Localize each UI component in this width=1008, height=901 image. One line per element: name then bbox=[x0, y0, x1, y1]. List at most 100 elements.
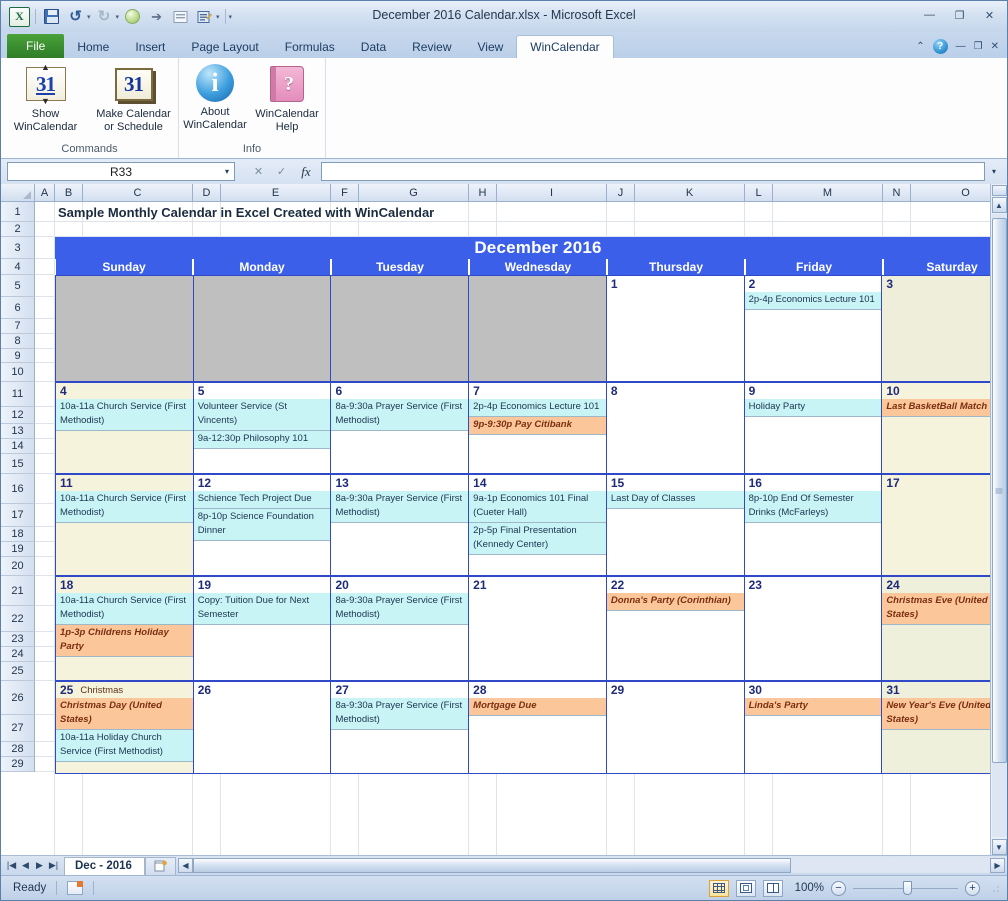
row-header-8[interactable]: 8 bbox=[1, 334, 35, 349]
calendar-day-1[interactable]: 1 bbox=[606, 276, 745, 381]
help-icon[interactable]: ? bbox=[932, 39, 948, 54]
calendar-day-18[interactable]: 18 10a-11a Church Service (First Methodis… bbox=[56, 577, 194, 680]
insert-function-icon[interactable]: fx bbox=[293, 162, 319, 181]
tab-insert[interactable]: Insert bbox=[122, 35, 178, 58]
page-layout-view-button[interactable] bbox=[736, 879, 756, 897]
calendar-day-empty[interactable] bbox=[331, 276, 470, 381]
calendar-day-16[interactable]: 16 8p-10p End Of Semester Drinks (McFarle… bbox=[744, 475, 883, 575]
calendar-event[interactable]: 9a-1p Economics 101 Final (Cueter Hall) bbox=[469, 491, 606, 523]
sheet-tab-dec-2016[interactable]: Dec - 2016 bbox=[64, 856, 145, 875]
column-header-N[interactable]: N bbox=[883, 184, 911, 202]
column-header-D[interactable]: D bbox=[193, 184, 221, 202]
row-header-22[interactable]: 22 bbox=[1, 606, 35, 632]
zoom-out-button[interactable]: − bbox=[831, 880, 846, 896]
name-box-dropdown-icon[interactable]: ▾ bbox=[225, 167, 229, 176]
calendar-day-19[interactable]: 19 Copy: Tuition Due for Next Semester bbox=[193, 577, 332, 680]
row-header-3[interactable]: 3 bbox=[1, 237, 35, 259]
calendar-event[interactable]: Volunteer Service (St Vincents) bbox=[193, 399, 331, 431]
row-header-26[interactable]: 26 bbox=[1, 681, 35, 715]
vscroll-track[interactable] bbox=[991, 214, 1007, 837]
normal-view-button[interactable] bbox=[709, 879, 729, 897]
calendar-day-14[interactable]: 14 9a-1p Economics 101 Final (Cueter Hall… bbox=[469, 475, 607, 575]
row-header-21[interactable]: 21 bbox=[1, 576, 35, 606]
calendar-day-empty[interactable] bbox=[469, 276, 607, 381]
scroll-right-icon[interactable]: ▶ bbox=[990, 858, 1005, 873]
calendar-day-26[interactable]: 26 bbox=[193, 682, 332, 773]
tab-data[interactable]: Data bbox=[348, 35, 399, 58]
column-header-H[interactable]: H bbox=[469, 184, 497, 202]
row-header-2[interactable]: 2 bbox=[1, 222, 35, 237]
row-header-5[interactable]: 5 bbox=[1, 275, 35, 297]
prev-sheet-icon[interactable]: ◀ bbox=[19, 860, 32, 871]
calendar-event[interactable]: Christmas Eve (United States) bbox=[882, 593, 990, 625]
calendar-event[interactable]: 8a-9:30a Prayer Service (First Methodist… bbox=[331, 698, 469, 730]
last-sheet-icon[interactable]: ▶| bbox=[47, 860, 60, 871]
calendar-event[interactable]: 8p-10p End Of Semester Drinks (McFarleys… bbox=[744, 491, 882, 523]
row-header-12[interactable]: 12 bbox=[1, 407, 35, 424]
calendar-day-3[interactable]: 3 bbox=[882, 276, 990, 381]
minimize-button[interactable]: — bbox=[919, 7, 940, 23]
split-box[interactable] bbox=[991, 185, 1007, 196]
row-header-1[interactable]: 1 bbox=[1, 202, 35, 222]
workbook-minimize-icon[interactable]: — bbox=[956, 41, 966, 52]
row-header-13[interactable]: 13 bbox=[1, 424, 35, 439]
calendar-day-25[interactable]: 25 Christmas Christmas Day (United States)… bbox=[56, 682, 194, 773]
vertical-scrollbar[interactable]: ▲ ▼ bbox=[990, 184, 1007, 855]
calendar-event[interactable]: Donna's Party (Corinthian) bbox=[606, 593, 744, 611]
column-header-A[interactable]: A bbox=[35, 184, 55, 202]
zoom-slider[interactable] bbox=[853, 881, 958, 896]
row-header-6[interactable]: 6 bbox=[1, 297, 35, 319]
workbook-restore-icon[interactable]: ❐ bbox=[974, 41, 983, 52]
workbook-close-icon[interactable]: ✕ bbox=[991, 41, 999, 52]
horizontal-scrollbar[interactable]: ◀ ▶ bbox=[177, 858, 1005, 873]
first-sheet-icon[interactable]: |◀ bbox=[5, 860, 18, 871]
row-header-10[interactable]: 10 bbox=[1, 363, 35, 382]
row-header-25[interactable]: 25 bbox=[1, 662, 35, 681]
calendar-day-13[interactable]: 13 8a-9:30a Prayer Service (First Methodi… bbox=[331, 475, 470, 575]
row-header-7[interactable]: 7 bbox=[1, 319, 35, 334]
row-header-15[interactable]: 15 bbox=[1, 454, 35, 474]
calendar-event[interactable]: 2p-5p Final Presentation (Kennedy Center… bbox=[469, 523, 606, 555]
calendar-day-12[interactable]: 12 Schience Tech Project Due 8p-10p Scienc… bbox=[193, 475, 332, 575]
calendar-event[interactable]: 10a-11a Church Service (First Methodist) bbox=[56, 399, 193, 431]
record-macro-icon[interactable] bbox=[67, 881, 84, 895]
calendar-day-11[interactable]: 11 10a-11a Church Service (First Methodis… bbox=[56, 475, 194, 575]
calendar-day-empty[interactable] bbox=[56, 276, 194, 381]
formula-input[interactable] bbox=[321, 162, 985, 181]
calendar-day-6[interactable]: 6 8a-9:30a Prayer Service (First Methodis… bbox=[331, 383, 470, 473]
restore-button[interactable]: ❐ bbox=[949, 7, 970, 23]
calendar-event[interactable]: New Year's Eve (United States) bbox=[882, 698, 990, 730]
calendar-day-31[interactable]: 31 New Year's Eve (United States) bbox=[882, 682, 990, 773]
row-header-28[interactable]: 28 bbox=[1, 742, 35, 757]
calendar-event[interactable]: 2p-4p Economics Lecture 101 bbox=[469, 399, 606, 417]
page-break-preview-button[interactable] bbox=[763, 879, 783, 897]
scroll-up-icon[interactable]: ▲ bbox=[991, 197, 1007, 213]
calendar-event[interactable]: 9a-12:30p Philosophy 101 bbox=[193, 431, 331, 449]
calendar-event[interactable]: Holiday Party bbox=[744, 399, 882, 417]
calendar-event[interactable]: Copy: Tuition Due for Next Semester bbox=[193, 593, 331, 625]
calendar-day-10[interactable]: 10 Last BasketBall Match bbox=[882, 383, 990, 473]
column-header-I[interactable]: I bbox=[497, 184, 607, 202]
wincalendar-help-button[interactable]: ? WinCalendar Help bbox=[250, 64, 324, 134]
expand-formula-bar-icon[interactable]: ▾ bbox=[987, 167, 1001, 176]
column-header-F[interactable]: F bbox=[331, 184, 359, 202]
hscroll-track[interactable] bbox=[192, 858, 990, 873]
tab-home[interactable]: Home bbox=[64, 35, 122, 58]
calendar-event[interactable]: Mortgage Due bbox=[469, 698, 606, 716]
tab-file[interactable]: File bbox=[7, 34, 65, 58]
column-header-O[interactable]: O bbox=[911, 184, 990, 202]
row-header-29[interactable]: 29 bbox=[1, 757, 35, 772]
row-header-14[interactable]: 14 bbox=[1, 439, 35, 454]
calendar-event[interactable]: Christmas Day (United States) bbox=[56, 698, 193, 730]
calendar-event[interactable]: Schience Tech Project Due bbox=[193, 491, 331, 509]
column-header-M[interactable]: M bbox=[773, 184, 883, 202]
calendar-day-21[interactable]: 21 bbox=[469, 577, 607, 680]
next-sheet-icon[interactable]: ▶ bbox=[33, 860, 46, 871]
calendar-day-20[interactable]: 20 8a-9:30a Prayer Service (First Methodi… bbox=[331, 577, 470, 680]
scroll-down-icon[interactable]: ▼ bbox=[991, 839, 1007, 855]
calendar-event[interactable]: Linda's Party bbox=[744, 698, 882, 716]
row-header-27[interactable]: 27 bbox=[1, 715, 35, 742]
tab-page-layout[interactable]: Page Layout bbox=[178, 35, 271, 58]
calendar-event[interactable]: 8p-10p Science Foundation Dinner bbox=[193, 509, 331, 541]
tab-wincalendar[interactable]: WinCalendar bbox=[516, 35, 614, 59]
